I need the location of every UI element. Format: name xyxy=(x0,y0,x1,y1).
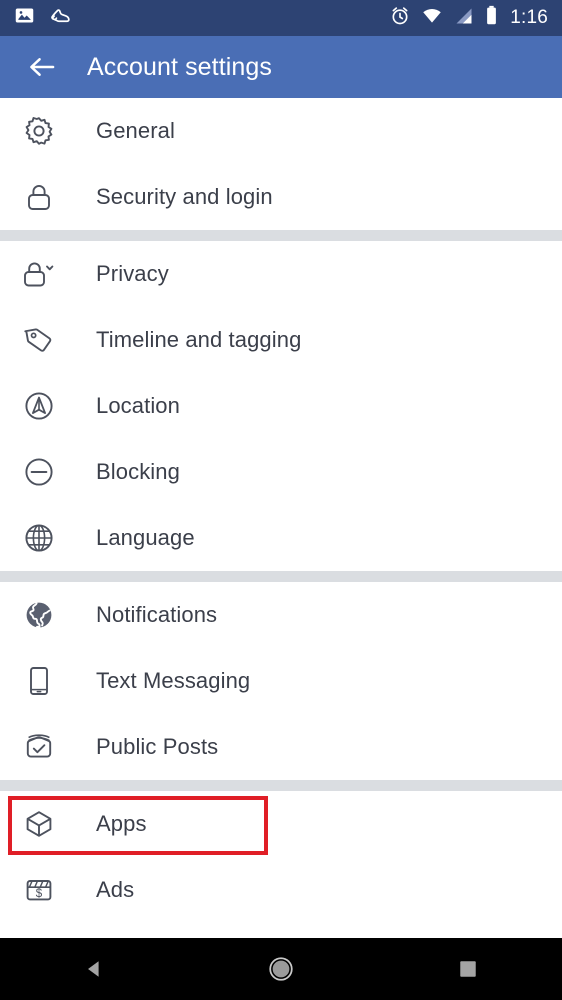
location-arrow-icon xyxy=(20,387,58,425)
wifi-icon xyxy=(421,6,443,31)
sidebar-item-label: Timeline and tagging xyxy=(96,327,302,352)
settings-section-notifications: Notifications Text Messaging Public Post… xyxy=(0,582,562,780)
sidebar-item-label: General xyxy=(96,118,175,143)
sidebar-item-public-posts[interactable]: Public Posts xyxy=(0,714,562,780)
sidebar-item-ads[interactable]: $ Ads xyxy=(0,857,562,923)
sidebar-item-notifications[interactable]: Notifications xyxy=(0,582,562,648)
battery-icon xyxy=(485,5,498,31)
section-divider xyxy=(0,230,562,241)
cellular-signal-icon xyxy=(454,6,474,31)
app-bar: Account settings xyxy=(0,36,562,98)
circle-home-icon xyxy=(269,957,293,981)
sidebar-item-general[interactable]: General xyxy=(0,98,562,164)
sidebar-item-label: Location xyxy=(96,393,180,418)
photo-icon xyxy=(14,5,35,31)
sidebar-item-label: Text Messaging xyxy=(96,668,251,693)
globe-filled-icon xyxy=(20,596,58,634)
dollar-board-icon: $ xyxy=(20,871,58,909)
lock-icon xyxy=(20,178,58,216)
sidebar-item-timeline-and-tagging[interactable]: Timeline and tagging xyxy=(0,307,562,373)
nav-back-button[interactable] xyxy=(54,938,134,1000)
page-title: Account settings xyxy=(87,52,273,81)
settings-section-account: General Security and login xyxy=(0,98,562,230)
sidebar-item-label: Apps xyxy=(96,811,147,836)
sidebar-item-label: Blocking xyxy=(96,459,180,484)
sidebar-item-label: Notifications xyxy=(96,602,218,627)
status-bar-right-icons: 1:16 xyxy=(379,5,548,31)
sidebar-item-label: Public Posts xyxy=(96,734,219,759)
sidebar-item-language[interactable]: Language xyxy=(0,505,562,571)
box-check-icon xyxy=(20,728,58,766)
minus-circle-icon xyxy=(20,453,58,491)
triangle-back-icon xyxy=(87,961,99,977)
sidebar-item-privacy[interactable]: Privacy xyxy=(0,241,562,307)
section-divider xyxy=(0,571,562,582)
status-bar: 1:16 xyxy=(0,0,562,36)
sidebar-item-security-and-login[interactable]: Security and login xyxy=(0,164,562,230)
nav-home-button[interactable] xyxy=(241,938,321,1000)
shoe-icon xyxy=(49,5,72,31)
globe-outline-icon xyxy=(20,519,58,557)
sidebar-item-location[interactable]: Location xyxy=(0,373,562,439)
arrow-left-icon xyxy=(29,58,54,76)
sidebar-item-label: Privacy xyxy=(96,261,169,286)
svg-text:$: $ xyxy=(36,888,43,900)
settings-section-apps: Apps $ Ads xyxy=(0,791,562,923)
cube-icon xyxy=(20,805,58,843)
phone-icon xyxy=(20,662,58,700)
nav-recents-button[interactable] xyxy=(428,938,508,1000)
apps-row-wrapper: Apps xyxy=(0,791,562,857)
section-divider xyxy=(0,780,562,791)
status-bar-clock: 1:16 xyxy=(510,7,548,28)
sidebar-item-text-messaging[interactable]: Text Messaging xyxy=(0,648,562,714)
gear-icon xyxy=(20,112,58,150)
settings-section-privacy: Privacy Timeline and tagging Location Bl… xyxy=(0,241,562,571)
sidebar-item-label: Security and login xyxy=(96,184,273,209)
sidebar-item-apps[interactable]: Apps xyxy=(0,791,562,857)
tag-icon xyxy=(20,321,58,359)
status-bar-left-icons xyxy=(14,5,86,31)
lock-chevron-icon xyxy=(20,255,58,293)
sidebar-item-blocking[interactable]: Blocking xyxy=(0,439,562,505)
settings-list: General Security and login Privacy Timel… xyxy=(0,98,562,923)
phone-screen: 1:16 Account settings General Security a… xyxy=(0,0,562,1000)
square-recents-icon xyxy=(460,961,477,977)
alarm-icon xyxy=(390,6,410,31)
sidebar-item-label: Language xyxy=(96,525,195,550)
sidebar-item-label: Ads xyxy=(96,877,135,902)
back-button[interactable] xyxy=(24,50,58,84)
android-nav-bar xyxy=(0,938,562,1000)
